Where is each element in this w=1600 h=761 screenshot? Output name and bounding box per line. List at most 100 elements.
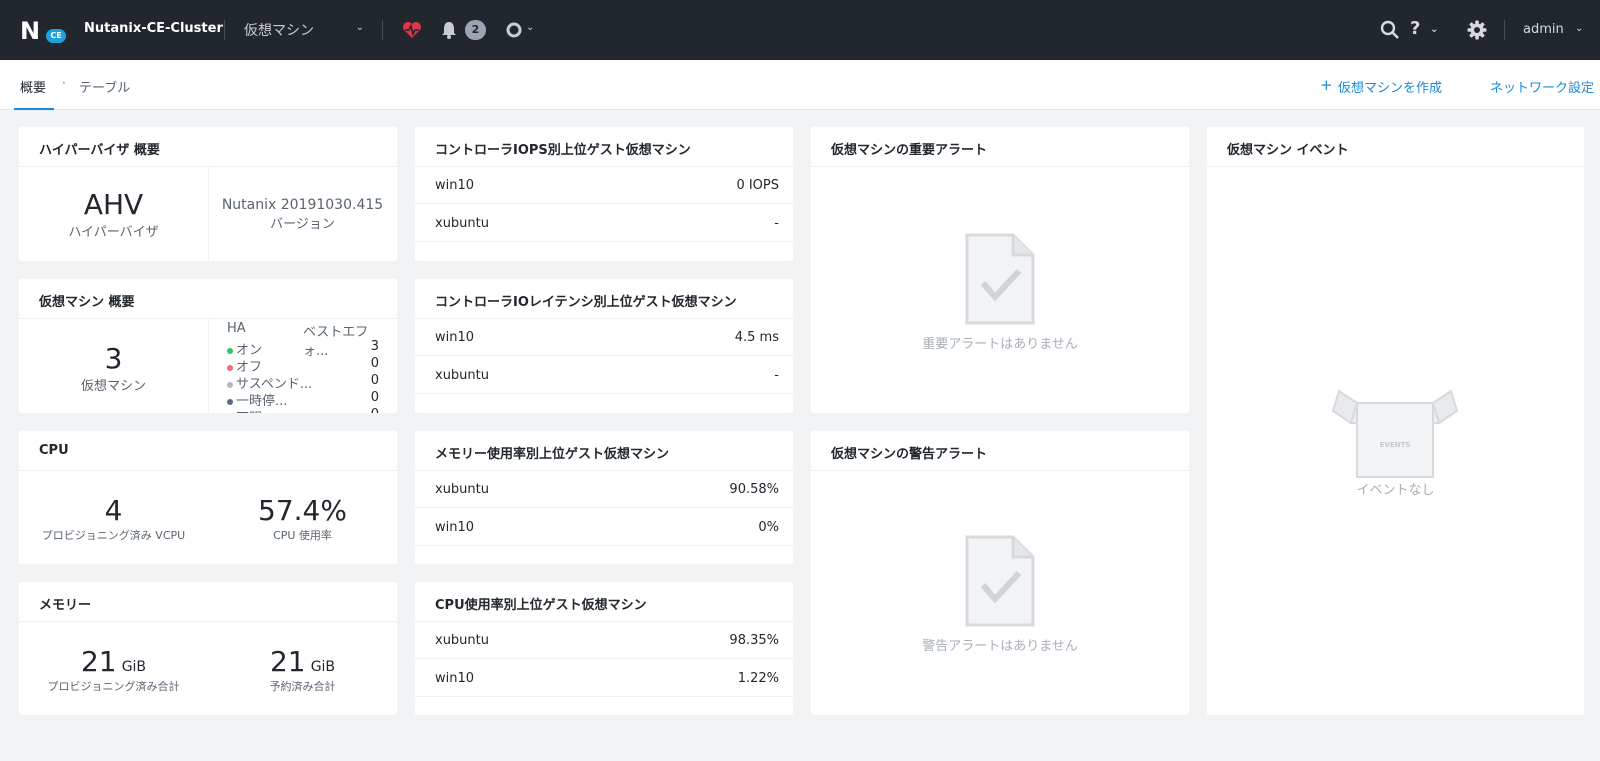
card-title: ハイパーバイザ 概要 — [39, 143, 160, 158]
cpu-usage-stat: 57.4% CPU 使用率 — [208, 495, 397, 543]
divider — [811, 470, 1189, 471]
divider — [1207, 166, 1584, 167]
vm-state-unknown: 不明 0 — [227, 407, 387, 413]
top-latency-card: コントローラIOレイテンシ別上位ゲスト仮想マシン win10 4.5 ms xu… — [415, 279, 793, 413]
status-dot — [227, 381, 233, 388]
warning-alerts-card: 仮想マシンの警告アラート 警告アラートはありません — [811, 431, 1189, 715]
state-value: 0 — [370, 390, 379, 405]
memory-provisioned: 21 GiB — [19, 646, 208, 678]
state-value: 0 — [370, 373, 379, 388]
logo-ce-badge: CE — [46, 29, 66, 43]
card-title: メモリー — [39, 598, 92, 613]
state-value: 0 — [371, 407, 379, 413]
card-title: コントローラIOレイテンシ別上位ゲスト仮想マシン — [435, 295, 737, 310]
vm-name[interactable]: xubuntu — [435, 482, 489, 497]
list-item[interactable]: win10 4.5 ms — [415, 319, 793, 356]
metric-value: - — [774, 216, 779, 231]
list-item[interactable]: xubuntu - — [415, 205, 793, 242]
metric-value: 0% — [758, 520, 779, 535]
list-item[interactable]: win10 0% — [415, 509, 793, 546]
vm-name[interactable]: xubuntu — [435, 633, 489, 648]
hypervisor-summary-card: ハイパーバイザ 概要 AHV ハイパーバイザ Nutanix 20191030.… — [19, 127, 397, 261]
divider — [811, 166, 1189, 167]
card-title: 仮想マシンの重要アラート — [831, 143, 988, 158]
vm-name[interactable]: xubuntu — [435, 216, 489, 231]
hypervisor-version-label: バージョン — [270, 217, 335, 232]
cpu-usage-label: CPU 使用率 — [273, 529, 332, 542]
nutanix-logo[interactable]: N CE — [20, 18, 68, 44]
help-menu[interactable]: ? ⌄ — [1410, 18, 1446, 42]
state-label: 不明 — [236, 411, 262, 413]
active-tab-indicator — [14, 108, 54, 110]
user-name: admin — [1523, 22, 1564, 37]
bell-icon[interactable] — [440, 20, 458, 40]
view-tab-bar: 概要 · テーブル + 仮想マシンを作成 ネットワーク設定 — [0, 60, 1600, 110]
list-item[interactable]: xubuntu 90.58% — [415, 471, 793, 508]
vcpu-label: プロビジョニング済み VCPU — [41, 529, 186, 542]
vm-name[interactable]: win10 — [435, 671, 474, 686]
vm-name[interactable]: win10 — [435, 330, 474, 345]
divider — [1504, 20, 1505, 40]
memory-provisioned-label: プロビジョニング済み合計 — [47, 680, 180, 693]
create-vm-link[interactable]: + 仮想マシンを作成 — [1320, 76, 1442, 96]
list-item[interactable]: win10 0 IOPS — [415, 167, 793, 204]
cpu-card: CPU 4 プロビジョニング済み VCPU 57.4% CPU 使用率 — [19, 431, 397, 564]
card-title: 仮想マシンの警告アラート — [831, 447, 988, 462]
memory-reserved: 21 GiB — [208, 646, 397, 678]
hypervisor-type-value: AHV — [83, 188, 144, 221]
vm-name[interactable]: xubuntu — [435, 368, 489, 383]
memory-provisioned-stat: 21 GiB プロビジョニング済み合計 — [19, 646, 208, 694]
list-item[interactable]: xubuntu - — [415, 357, 793, 394]
vm-state-paused: 一時停... 0 — [227, 390, 387, 409]
vcpu-stat: 4 プロビジョニング済み VCPU — [19, 495, 208, 543]
status-dot — [227, 347, 233, 354]
card-title: 仮想マシン 概要 — [39, 295, 135, 310]
entity-menu-label: 仮想マシン — [244, 23, 314, 39]
empty-box-icon — [1331, 389, 1459, 478]
vm-count-label: 仮想マシン — [80, 379, 146, 394]
vm-state-list: HA ベストエフォ... オン 3 オフ 0 サスペンド... 0 一時停...… — [227, 321, 387, 413]
hypervisor-type-label: ハイパーバイザ — [68, 225, 159, 240]
memory-unit: GiB — [121, 659, 147, 675]
gear-icon[interactable] — [1466, 19, 1488, 41]
status-dot — [227, 364, 233, 371]
vm-name[interactable]: win10 — [435, 520, 474, 535]
hypervisor-type: AHV ハイパーバイザ — [19, 188, 208, 241]
network-settings-link[interactable]: ネットワーク設定 — [1490, 77, 1594, 96]
user-menu[interactable]: admin ⌄ — [1523, 22, 1583, 37]
health-heart-icon[interactable] — [402, 20, 422, 40]
vm-state-suspended: サスペンド... 0 — [227, 373, 387, 392]
card-title: CPU使用率別上位ゲスト仮想マシン — [435, 598, 647, 613]
divider — [208, 319, 209, 413]
alert-count-badge[interactable]: 2 — [465, 20, 486, 40]
list-item[interactable]: win10 1.22% — [415, 660, 793, 697]
memory-reserved-value: 21 — [269, 645, 306, 678]
empty-state-text: イベントなし — [1356, 483, 1435, 498]
vm-count-value: 3 — [104, 342, 123, 375]
list-item[interactable]: xubuntu 98.35% — [415, 622, 793, 659]
search-icon[interactable] — [1380, 20, 1400, 40]
cluster-name[interactable]: Nutanix-CE-Cluster — [84, 21, 223, 36]
tab-table[interactable]: テーブル — [79, 77, 130, 96]
divider — [382, 20, 383, 40]
help-icon: ? — [1410, 18, 1421, 39]
vm-events-card: 仮想マシン イベント EVENTS イベントなし — [1207, 127, 1584, 715]
vm-count: 3 仮想マシン — [19, 342, 208, 395]
status-dot — [227, 398, 233, 405]
memory-provisioned-value: 21 — [80, 645, 117, 678]
tab-overview[interactable]: 概要 — [20, 77, 46, 96]
metric-value: 98.35% — [729, 633, 779, 648]
state-value: 3 — [370, 339, 379, 354]
vm-summary-card: 仮想マシン 概要 3 仮想マシン HA ベストエフォ... オン 3 オフ 0 … — [19, 279, 397, 413]
memory-unit: GiB — [310, 659, 336, 675]
tab-separator: · — [62, 76, 66, 90]
metric-value: 1.22% — [737, 671, 779, 686]
vm-name[interactable]: win10 — [435, 178, 474, 193]
metric-value: 4.5 ms — [734, 330, 779, 345]
task-status-menu[interactable]: ⌄ — [506, 20, 542, 40]
vm-state-off: オフ 0 — [227, 356, 387, 375]
no-alerts-document-icon — [965, 535, 1035, 627]
circle-icon — [506, 22, 522, 38]
memory-card: メモリー 21 GiB プロビジョニング済み合計 21 GiB 予約済み合計 — [19, 582, 397, 715]
entity-menu-dropdown[interactable]: 仮想マシン ⌄ — [244, 20, 364, 40]
